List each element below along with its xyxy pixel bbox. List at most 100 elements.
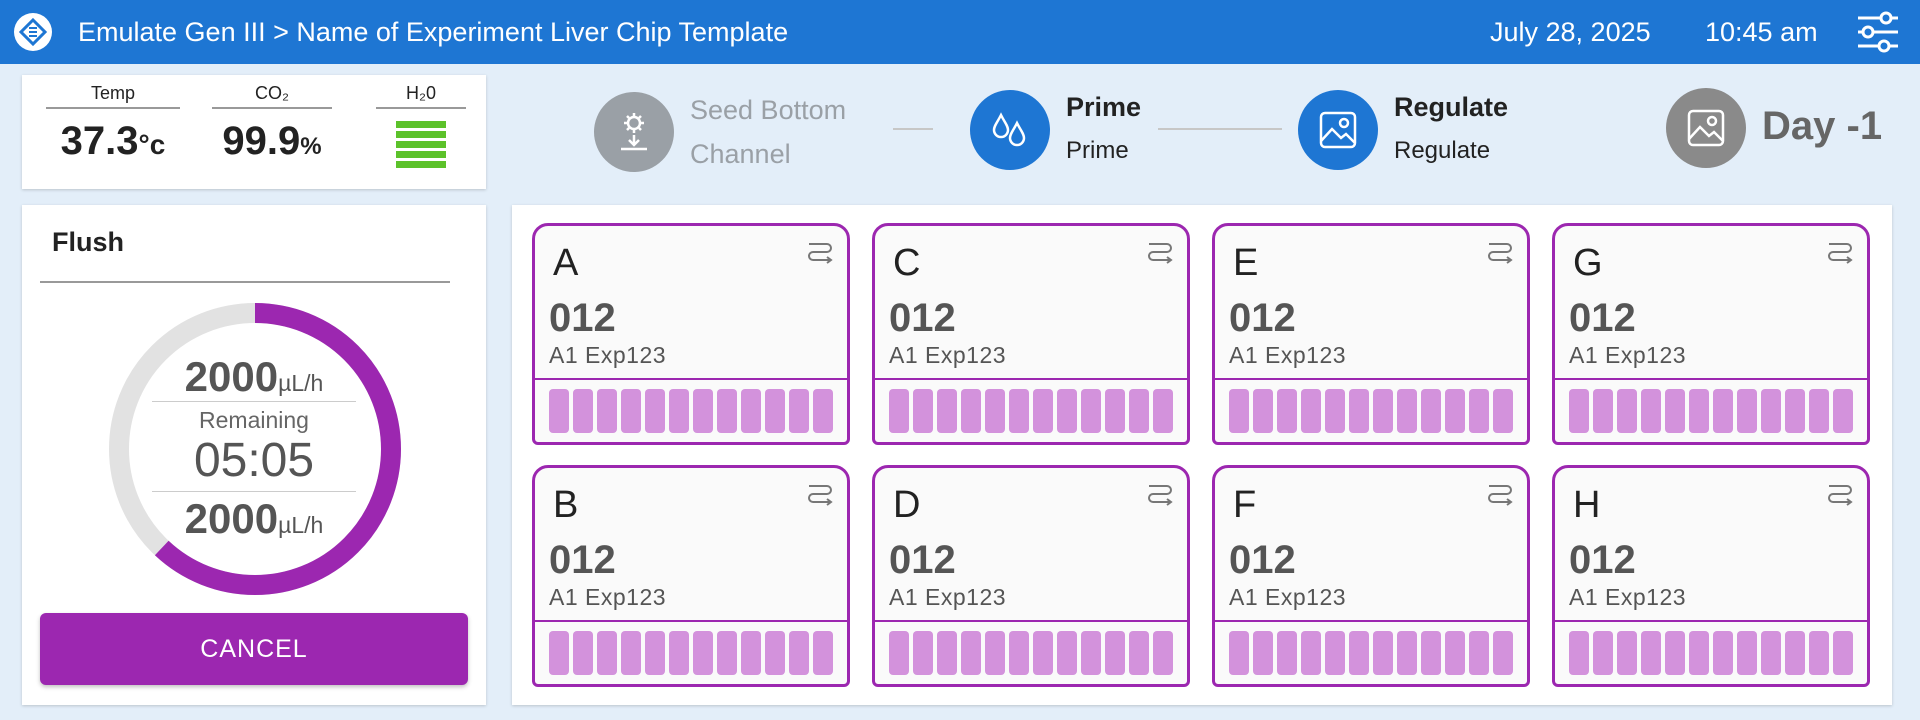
- channel-bar: [1105, 631, 1125, 675]
- channel-bar: [1057, 389, 1077, 433]
- channel-bar: [1593, 631, 1613, 675]
- app-logo[interactable]: [14, 13, 52, 51]
- channel-bar: [1129, 389, 1149, 433]
- sliders-icon: [1858, 11, 1898, 53]
- channel-bar: [1713, 389, 1733, 433]
- chip-number: 012: [889, 538, 956, 582]
- channel-bar: [669, 631, 689, 675]
- image-icon: [1687, 109, 1725, 147]
- environment-panel: Temp 37.3°c CO₂ 99.9% H₂0: [22, 75, 486, 189]
- channel-bar: [1833, 631, 1853, 675]
- flush-rate-top: 2000µL/h: [22, 353, 486, 401]
- chip-experiment: A1 Exp123: [889, 584, 1007, 610]
- channel-bar: [1081, 631, 1101, 675]
- cancel-button[interactable]: CANCEL: [40, 613, 468, 685]
- step-prime[interactable]: [970, 90, 1050, 170]
- chip-number: 012: [1229, 296, 1296, 340]
- channel-bar: [1689, 389, 1709, 433]
- step-prime-subtitle: Prime: [1066, 137, 1129, 164]
- rate-bottom-value: 2000: [184, 495, 279, 542]
- chip-letter: A: [553, 242, 579, 284]
- channel-bar: [597, 631, 617, 675]
- chip-card[interactable]: C 012 A1 Exp123: [872, 223, 1190, 445]
- chip-card[interactable]: H 012 A1 Exp123: [1552, 465, 1870, 687]
- rate-bottom-unit: µL/h: [278, 512, 324, 538]
- step-regulate-subtitle: Regulate: [1394, 137, 1491, 164]
- channel-bar: [1641, 389, 1661, 433]
- flow-icon[interactable]: [1485, 236, 1515, 266]
- chip-card[interactable]: B 012 A1 Exp123: [532, 465, 850, 687]
- channel-bar: [1325, 631, 1345, 675]
- channel-bar: [961, 389, 981, 433]
- h2o-level-indicator: [396, 121, 446, 168]
- divider: [875, 378, 1187, 380]
- channel-bar: [985, 389, 1005, 433]
- channel-bar: [1617, 389, 1637, 433]
- flow-icon[interactable]: [805, 236, 835, 266]
- step-regulate[interactable]: [1298, 90, 1378, 170]
- step-seed-bottom[interactable]: [594, 92, 674, 172]
- h2o-label: H₂0: [376, 81, 466, 109]
- step-regulate-title: Regulate: [1394, 92, 1509, 122]
- co2-value: 99.9: [222, 119, 301, 163]
- channel-bar: [1057, 631, 1077, 675]
- channel-bar: [717, 631, 737, 675]
- channel-bar: [1397, 631, 1417, 675]
- chip-channel-bars: [549, 389, 837, 433]
- chip-card[interactable]: G 012 A1 Exp123: [1552, 223, 1870, 445]
- chip-experiment: A1 Exp123: [549, 584, 667, 610]
- chip-card[interactable]: A 012 A1 Exp123: [532, 223, 850, 445]
- co2-value-line: 99.9%: [212, 119, 332, 164]
- channel-bar: [1445, 631, 1465, 675]
- temp-unit: °c: [138, 129, 166, 160]
- channel-bar: [1349, 631, 1369, 675]
- channel-bar: [1809, 389, 1829, 433]
- channel-bar: [573, 389, 593, 433]
- chip-number: 012: [549, 296, 616, 340]
- header-time: 10:45 am: [1705, 17, 1818, 47]
- flow-icon[interactable]: [1485, 478, 1515, 508]
- channel-bar: [1081, 389, 1101, 433]
- channel-bar: [1253, 631, 1273, 675]
- chip-letter: E: [1233, 242, 1259, 284]
- chip-letter: B: [553, 484, 579, 526]
- settings-button[interactable]: [1854, 10, 1902, 54]
- channel-bar: [1713, 631, 1733, 675]
- channel-bar: [1569, 631, 1589, 675]
- channel-bar: [549, 389, 569, 433]
- channel-bar: [765, 389, 785, 433]
- channel-bar: [1569, 389, 1589, 433]
- chip-letter: H: [1573, 484, 1601, 526]
- divider: [40, 281, 450, 283]
- flow-icon[interactable]: [1145, 236, 1175, 266]
- channel-bar: [985, 631, 1005, 675]
- flow-icon[interactable]: [1825, 236, 1855, 266]
- channel-bar: [741, 389, 761, 433]
- flush-rate-bottom: 2000µL/h: [22, 495, 486, 543]
- chip-card[interactable]: E 012 A1 Exp123: [1212, 223, 1530, 445]
- channel-bar: [1737, 631, 1757, 675]
- flow-icon[interactable]: [805, 478, 835, 508]
- channel-bar: [1421, 389, 1441, 433]
- flow-icon[interactable]: [1825, 478, 1855, 508]
- chip-card[interactable]: D 012 A1 Exp123: [872, 465, 1190, 687]
- divider: [535, 620, 847, 622]
- channel-bar: [1785, 631, 1805, 675]
- chips-panel: A 012 A1 Exp123 C 012 A1 Exp123 E 012 A1 Exp123 G…: [512, 205, 1892, 705]
- chip-channel-bars: [889, 631, 1177, 675]
- channel-bar: [597, 389, 617, 433]
- chip-card[interactable]: F 012 A1 Exp123: [1212, 465, 1530, 687]
- channel-bar: [669, 389, 689, 433]
- divider: [875, 620, 1187, 622]
- channel-bar: [789, 389, 809, 433]
- channel-bar: [1229, 631, 1249, 675]
- day-icon-circle[interactable]: [1666, 88, 1746, 168]
- flow-icon[interactable]: [1145, 478, 1175, 508]
- channel-bar: [1737, 389, 1757, 433]
- day-label: Day -1: [1762, 104, 1883, 148]
- channel-bar: [1833, 389, 1853, 433]
- channel-bar: [913, 389, 933, 433]
- chip-channel-bars: [1569, 631, 1857, 675]
- breadcrumb[interactable]: Emulate Gen III > Name of Experiment Liv…: [78, 17, 788, 48]
- temp-value-line: 37.3°c: [46, 119, 180, 164]
